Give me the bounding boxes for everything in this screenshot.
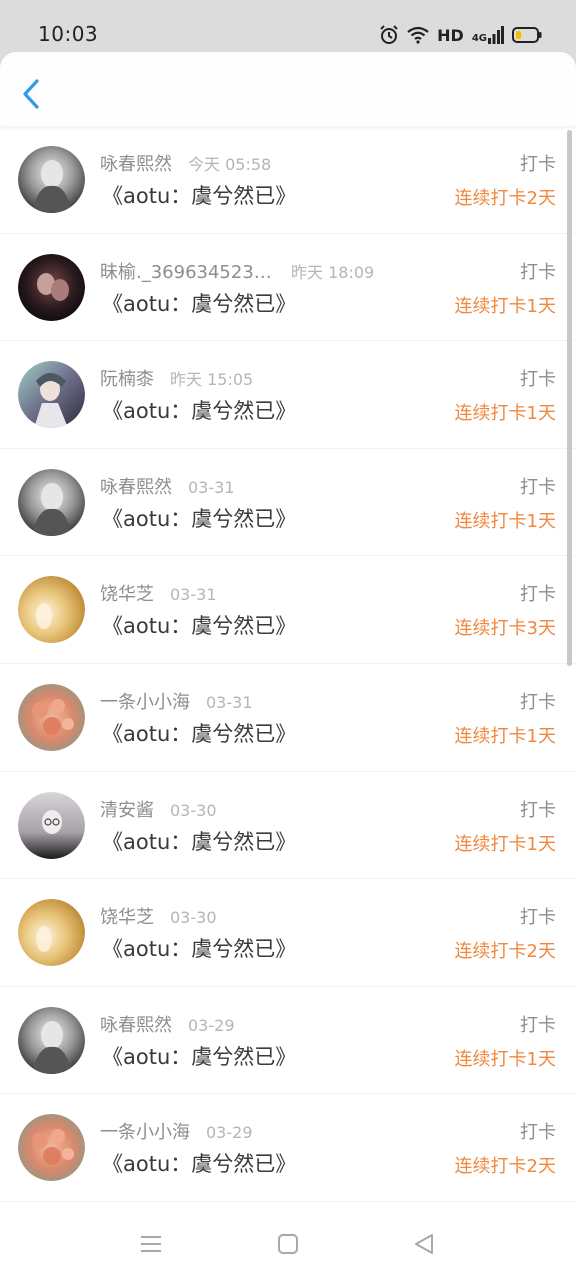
menu-icon[interactable] (137, 1230, 165, 1258)
avatar[interactable] (18, 1114, 85, 1182)
streak-label: 连续打卡1天 (454, 403, 556, 425)
streak-label: 连续打卡1天 (454, 725, 556, 747)
avatar[interactable] (18, 146, 85, 213)
checkin-label: 打卡 (520, 1122, 556, 1144)
checkin-label: 打卡 (520, 369, 556, 391)
user-name[interactable]: 咏春熙然 (100, 473, 172, 499)
book-title: 《aotu：虞兮然已》 (102, 1044, 297, 1069)
checkin-time: 今天 05:58 (188, 155, 272, 174)
alarm-icon (380, 25, 398, 44)
streak-label: 连续打卡3天 (454, 618, 556, 640)
streak-label: 连续打卡2天 (454, 1156, 556, 1178)
user-name[interactable]: 饶华芝 (100, 580, 154, 606)
scrollbar[interactable] (567, 130, 572, 666)
book-title: 《aotu：虞兮然已》 (102, 614, 297, 639)
checkin-time: 03-30 (170, 800, 217, 820)
hd-indicator: HD (437, 25, 464, 45)
back-arrow-icon[interactable] (16, 76, 46, 112)
item-meta: 饶华芝 03-31 (100, 580, 217, 606)
avatar[interactable] (18, 1006, 85, 1074)
item-meta: 一条小小海 03-31 (100, 688, 253, 714)
checkin-label: 打卡 (520, 799, 556, 821)
item-meta: 清安酱 03-30 (100, 796, 217, 822)
status-time: 10:03 (38, 22, 99, 46)
header-bar (0, 52, 576, 126)
streak-label: 连续打卡1天 (454, 295, 556, 317)
user-name[interactable]: 清安酱 (100, 796, 154, 822)
checkin-label: 打卡 (520, 476, 556, 498)
book-title: 《aotu：虞兮然已》 (102, 1152, 297, 1177)
streak-label: 连续打卡1天 (454, 510, 556, 532)
checkin-time: 昨天 18:09 (291, 262, 375, 282)
checkin-time: 03-31 (170, 585, 217, 605)
checkin-label: 打卡 (520, 584, 556, 606)
list-item[interactable]: 昧榆._3696345238... 昨天 18:09 《aotu：虞兮然已》 打卡… (0, 234, 576, 342)
checkin-time: 03-31 (206, 692, 253, 712)
home-icon[interactable] (274, 1230, 302, 1258)
checkin-time: 昨天 15:05 (170, 370, 254, 390)
book-title: 《aotu：虞兮然已》 (102, 721, 297, 746)
user-name[interactable]: 一条小小海 (100, 1118, 190, 1144)
book-title: 《aotu：虞兮然已》 (102, 399, 297, 424)
checkin-time: 03-31 (188, 477, 235, 497)
list-item[interactable]: 饶华芝 03-30 《aotu：虞兮然已》 打卡 连续打卡2天 (0, 879, 576, 987)
signal-icon: 4G (472, 26, 504, 44)
avatar[interactable] (18, 253, 85, 321)
item-meta: 咏春熙然 今天 05:58 (100, 150, 271, 176)
streak-label: 连续打卡1天 (454, 833, 556, 855)
list-item[interactable]: 咏春熙然 03-29 《aotu：虞兮然已》 打卡 连续打卡1天 (0, 987, 576, 1095)
list-item[interactable]: 清安酱 03-30 《aotu：虞兮然已》 打卡 连续打卡1天 (0, 772, 576, 880)
item-meta: 咏春熙然 03-31 (100, 473, 235, 499)
item-meta: 昧榆._3696345238... 昨天 18:09 (100, 258, 374, 284)
item-meta: 阮楠桼 昨天 15:05 (100, 365, 253, 391)
avatar[interactable] (18, 468, 85, 536)
checkin-time: 03-29 (206, 1123, 253, 1143)
checkin-label: 打卡 (520, 154, 556, 175)
avatar[interactable] (18, 791, 85, 859)
divider (0, 1200, 576, 1202)
checkin-label: 打卡 (520, 907, 556, 929)
user-name[interactable]: 饶华芝 (100, 903, 154, 929)
checkin-label: 打卡 (520, 261, 556, 283)
checkin-list: 咏春熙然 今天 05:58 《aotu：虞兮然已》 打卡 连续打卡2天 昧榆._3… (0, 126, 576, 1202)
network-type: 4G (471, 33, 487, 44)
streak-label: 连续打卡2天 (454, 941, 556, 963)
item-meta: 一条小小海 03-29 (100, 1118, 253, 1144)
book-title: 《aotu：虞兮然已》 (102, 506, 297, 531)
user-name[interactable]: 咏春熙然 (100, 150, 172, 176)
back-triangle-icon[interactable] (410, 1230, 438, 1258)
list-item[interactable]: 一条小小海 03-31 《aotu：虞兮然已》 打卡 连续打卡1天 (0, 664, 576, 772)
wifi-icon (407, 26, 429, 44)
list-item[interactable]: 饶华芝 03-31 《aotu：虞兮然已》 打卡 连续打卡3天 (0, 556, 576, 664)
status-icons: HD 4G (379, 22, 542, 48)
list-item[interactable]: 咏春熙然 今天 05:58 《aotu：虞兮然已》 打卡 连续打卡2天 (0, 126, 576, 234)
avatar[interactable] (18, 576, 85, 644)
system-nav-bar (0, 1208, 576, 1280)
user-name[interactable]: 一条小小海 (100, 688, 190, 714)
book-title: 《aotu：虞兮然已》 (102, 291, 297, 316)
book-title: 《aotu：虞兮然已》 (102, 937, 297, 962)
list-item[interactable]: 一条小小海 03-29 《aotu：虞兮然已》 打卡 连续打卡2天 (0, 1094, 576, 1202)
avatar[interactable] (18, 899, 85, 967)
avatar[interactable] (18, 683, 85, 751)
item-meta: 咏春熙然 03-29 (100, 1011, 235, 1037)
streak-label: 连续打卡1天 (454, 1048, 556, 1070)
user-name[interactable]: 咏春熙然 (100, 1011, 172, 1037)
user-name[interactable]: 昧榆._3696345238... (100, 258, 275, 284)
battery-icon (512, 27, 542, 43)
list-item[interactable]: 阮楠桼 昨天 15:05 《aotu：虞兮然已》 打卡 连续打卡1天 (0, 341, 576, 449)
streak-label: 连续打卡2天 (454, 188, 556, 209)
checkin-label: 打卡 (520, 1014, 556, 1036)
checkin-time: 03-30 (170, 908, 217, 928)
checkin-time: 03-29 (188, 1015, 235, 1035)
item-meta: 饶华芝 03-30 (100, 903, 217, 929)
checkin-label: 打卡 (520, 691, 556, 713)
book-title: 《aotu：虞兮然已》 (102, 184, 297, 208)
avatar[interactable] (18, 361, 85, 429)
list-item[interactable]: 咏春熙然 03-31 《aotu：虞兮然已》 打卡 连续打卡1天 (0, 449, 576, 557)
user-name[interactable]: 阮楠桼 (100, 365, 154, 391)
book-title: 《aotu：虞兮然已》 (102, 829, 297, 854)
